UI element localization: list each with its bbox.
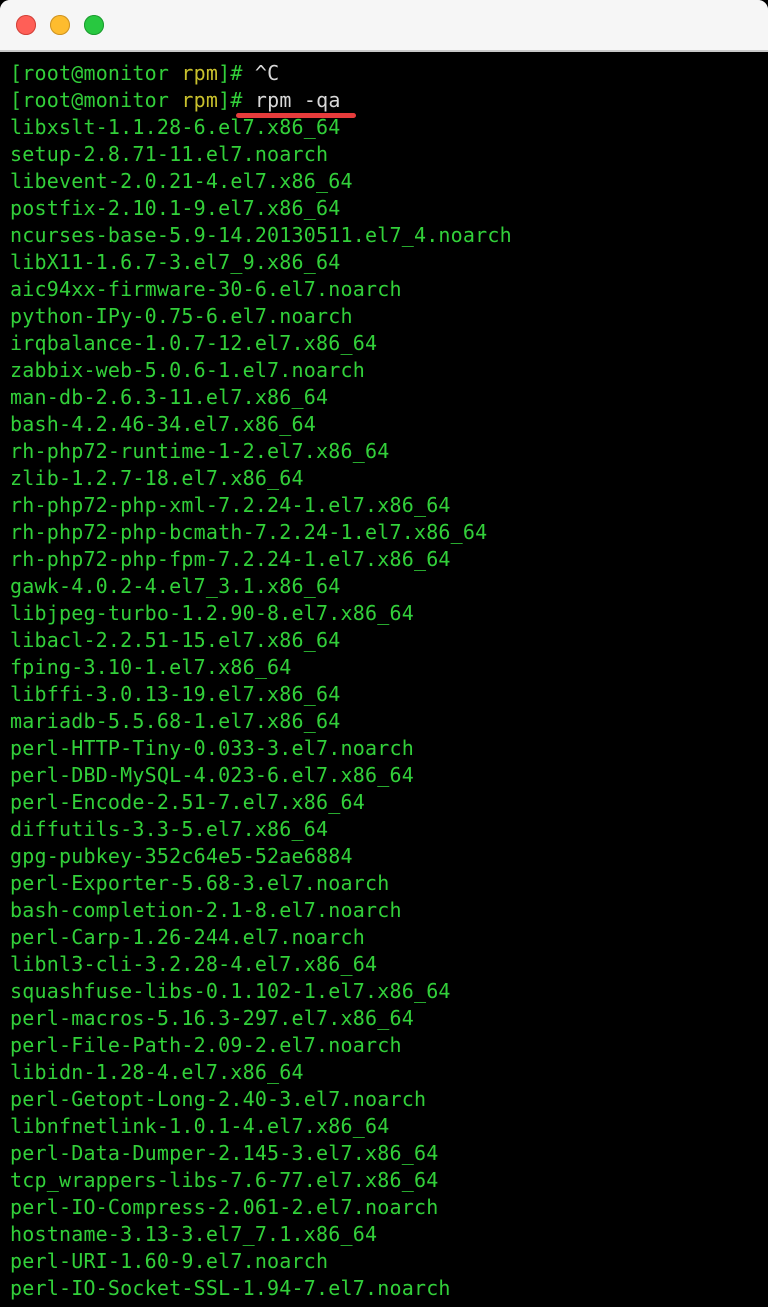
maximize-icon[interactable] [84, 15, 104, 35]
package-line: ncurses-base-5.9-14.20130511.el7_4.noarc… [10, 222, 758, 249]
package-line: aic94xx-firmware-30-6.el7.noarch [10, 276, 758, 303]
package-line: mariadb-5.5.68-1.el7.x86_64 [10, 708, 758, 735]
package-line: perl-IO-Compress-2.061-2.el7.noarch [10, 1194, 758, 1221]
package-line: libnfnetlink-1.0.1-4.el7.x86_64 [10, 1113, 758, 1140]
package-line: perl-Data-Dumper-2.145-3.el7.x86_64 [10, 1140, 758, 1167]
package-line: perl-Encode-2.51-7.el7.x86_64 [10, 789, 758, 816]
package-line: libacl-2.2.51-15.el7.x86_64 [10, 627, 758, 654]
package-line: perl-File-Path-2.09-2.el7.noarch [10, 1032, 758, 1059]
package-line: libX11-1.6.7-3.el7_9.x86_64 [10, 249, 758, 276]
package-line: perl-Getopt-Long-2.40-3.el7.noarch [10, 1086, 758, 1113]
prompt-line-2: [root@monitor rpm]# rpm -qa [10, 87, 758, 114]
package-line: libnl3-cli-3.2.28-4.el7.x86_64 [10, 951, 758, 978]
minimize-icon[interactable] [50, 15, 70, 35]
package-line: perl-Exporter-5.68-3.el7.noarch [10, 870, 758, 897]
package-line: libidn-1.28-4.el7.x86_64 [10, 1059, 758, 1086]
package-line: rh-php72-php-fpm-7.2.24-1.el7.x86_64 [10, 546, 758, 573]
package-line: postfix-2.10.1-9.el7.x86_64 [10, 195, 758, 222]
package-line: diffutils-3.3-5.el7.x86_64 [10, 816, 758, 843]
package-line: perl-DBD-MySQL-4.023-6.el7.x86_64 [10, 762, 758, 789]
package-line: irqbalance-1.0.7-12.el7.x86_64 [10, 330, 758, 357]
package-line: perl-Carp-1.26-244.el7.noarch [10, 924, 758, 951]
package-line: bash-completion-2.1-8.el7.noarch [10, 897, 758, 924]
package-line: setup-2.8.71-11.el7.noarch [10, 141, 758, 168]
close-icon[interactable] [16, 15, 36, 35]
window-titlebar [0, 0, 768, 52]
package-line: libjpeg-turbo-1.2.90-8.el7.x86_64 [10, 600, 758, 627]
package-line: perl-macros-5.16.3-297.el7.x86_64 [10, 1005, 758, 1032]
package-line: hostname-3.13-3.el7_7.1.x86_64 [10, 1221, 758, 1248]
package-list: libxslt-1.1.28-6.el7.x86_64setup-2.8.71-… [10, 114, 758, 1302]
package-line: python-IPy-0.75-6.el7.noarch [10, 303, 758, 330]
package-line: libffi-3.0.13-19.el7.x86_64 [10, 681, 758, 708]
package-line: rh-php72-php-bcmath-7.2.24-1.el7.x86_64 [10, 519, 758, 546]
package-line: zlib-1.2.7-18.el7.x86_64 [10, 465, 758, 492]
package-line: rh-php72-runtime-1-2.el7.x86_64 [10, 438, 758, 465]
package-line: libevent-2.0.21-4.el7.x86_64 [10, 168, 758, 195]
package-line: zabbix-web-5.0.6-1.el7.noarch [10, 357, 758, 384]
package-line: perl-URI-1.60-9.el7.noarch [10, 1248, 758, 1275]
package-line: man-db-2.6.3-11.el7.x86_64 [10, 384, 758, 411]
prompt-line-1: [root@monitor rpm]# ^C [10, 60, 758, 87]
terminal-body[interactable]: [root@monitor rpm]# ^C [root@monitor rpm… [0, 52, 768, 1307]
package-line: gawk-4.0.2-4.el7_3.1.x86_64 [10, 573, 758, 600]
package-line: gpg-pubkey-352c64e5-52ae6884 [10, 843, 758, 870]
package-line: bash-4.2.46-34.el7.x86_64 [10, 411, 758, 438]
package-line: libxslt-1.1.28-6.el7.x86_64 [10, 114, 758, 141]
package-line: fping-3.10-1.el7.x86_64 [10, 654, 758, 681]
package-line: perl-IO-Socket-SSL-1.94-7.el7.noarch [10, 1275, 758, 1302]
terminal-window: [root@monitor rpm]# ^C [root@monitor rpm… [0, 0, 768, 1307]
package-line: rh-php72-php-xml-7.2.24-1.el7.x86_64 [10, 492, 758, 519]
package-line: tcp_wrappers-libs-7.6-77.el7.x86_64 [10, 1167, 758, 1194]
red-underline-annotation [236, 113, 356, 118]
package-line: perl-HTTP-Tiny-0.033-3.el7.noarch [10, 735, 758, 762]
package-line: squashfuse-libs-0.1.102-1.el7.x86_64 [10, 978, 758, 1005]
